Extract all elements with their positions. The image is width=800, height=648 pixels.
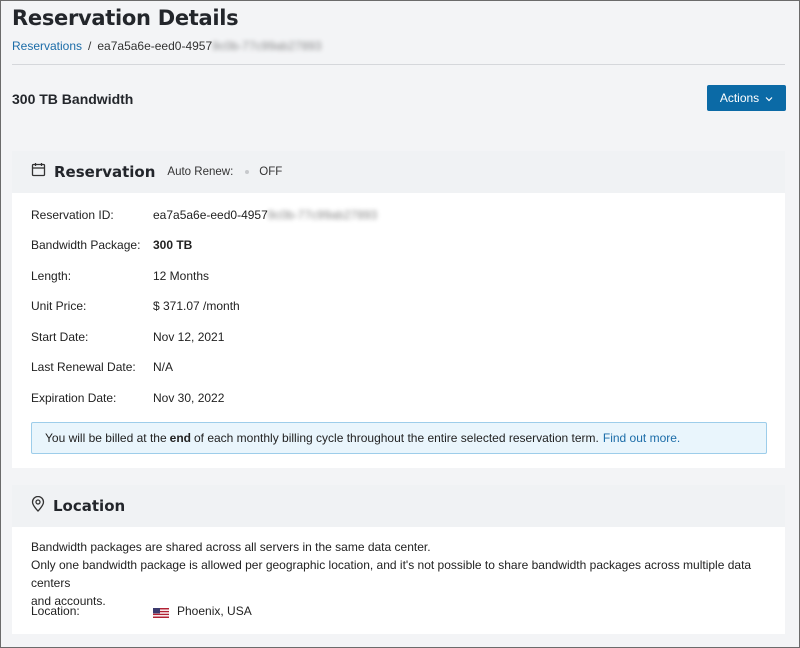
location-description-line: Only one bandwidth package is allowed pe… <box>31 558 752 590</box>
field-row-reservation-id: Reservation ID: ea7a5a6e-eed0-49579c0b-7… <box>31 208 377 222</box>
field-row-last-renewal-date: Last Renewal Date: N/A <box>31 360 173 374</box>
chevron-down-icon <box>765 91 773 105</box>
actions-button[interactable]: Actions <box>707 85 786 111</box>
page-title: Reservation Details <box>12 6 239 30</box>
breadcrumb-current: ea7a5a6e-eed0-49579c0b-77c99ab27893 <box>97 39 322 53</box>
location-card-title: Location <box>53 497 126 515</box>
field-label: Length: <box>31 269 72 283</box>
field-value: Nov 12, 2021 <box>153 330 225 344</box>
field-value: Phoenix, USA <box>153 604 252 618</box>
status-dot-icon <box>245 170 250 174</box>
location-card: Location Bandwidth packages are shared a… <box>12 485 785 634</box>
us-flag-icon <box>153 607 169 618</box>
field-value: N/A <box>153 360 174 374</box>
field-label: Expiration Date: <box>31 391 117 405</box>
auto-renew-label: Auto Renew: <box>167 166 234 178</box>
header-divider <box>12 64 785 65</box>
location-card-header: Location <box>12 485 785 527</box>
field-label: Start Date: <box>31 330 89 344</box>
breadcrumb-redacted: 9c0b-77c99ab27893 <box>212 39 322 53</box>
field-row-length: Length: 12 Months <box>31 269 209 283</box>
field-value: $ 371.07 /month <box>153 299 240 313</box>
field-value: Nov 30, 2022 <box>153 391 225 405</box>
auto-renew-status: Auto Renew: OFF <box>167 166 282 178</box>
field-label: Unit Price: <box>31 299 87 313</box>
field-value: 300 TB <box>153 238 193 252</box>
bandwidth-subtitle: 300 TB Bandwidth <box>12 91 134 107</box>
field-row-expiration-date: Expiration Date: Nov 30, 2022 <box>31 391 224 405</box>
field-value: 12 Months <box>153 269 210 283</box>
breadcrumb: Reservations / ea7a5a6e-eed0-49579c0b-77… <box>12 39 322 53</box>
calendar-icon <box>31 162 46 182</box>
find-out-more-link[interactable]: Find out more. <box>603 431 680 445</box>
notice-text-bold: end <box>169 431 191 445</box>
field-label: Reservation ID: <box>31 208 114 222</box>
actions-button-label: Actions <box>719 91 760 105</box>
auto-renew-value: OFF <box>259 166 283 178</box>
notice-text-after: of each monthly billing cycle throughout… <box>193 431 599 445</box>
reservation-card-title: Reservation <box>54 163 156 181</box>
field-label: Bandwidth Package: <box>31 238 141 252</box>
notice-text-before: You will be billed at the <box>45 431 167 445</box>
location-value: Phoenix, USA <box>177 604 252 618</box>
field-label: Last Renewal Date: <box>31 360 136 374</box>
field-row-location: Location: Phoenix, USA <box>31 604 252 618</box>
billing-notice: You will be billed at the end of each mo… <box>31 422 767 454</box>
breadcrumb-reservations-link[interactable]: Reservations <box>12 39 82 53</box>
reservation-card-header: Reservation Auto Renew: OFF <box>12 151 785 193</box>
location-description: Bandwidth packages are shared across all… <box>31 538 785 610</box>
field-value: ea7a5a6e-eed0-49579c0b-77c99ab27893 <box>153 208 378 222</box>
reservation-id-redacted: 9c0b-77c99ab27893 <box>267 208 378 222</box>
field-row-bandwidth-package: Bandwidth Package: 300 TB <box>31 238 192 252</box>
field-row-unit-price: Unit Price: $ 371.07 /month <box>31 299 240 313</box>
field-row-start-date: Start Date: Nov 12, 2021 <box>31 330 224 344</box>
breadcrumb-separator: / <box>88 39 92 53</box>
field-label: Location: <box>31 604 80 618</box>
location-pin-icon <box>31 495 45 517</box>
reservation-card: Reservation Auto Renew: OFF Reservation … <box>12 151 785 468</box>
location-description-line: Bandwidth packages are shared across all… <box>31 540 431 554</box>
